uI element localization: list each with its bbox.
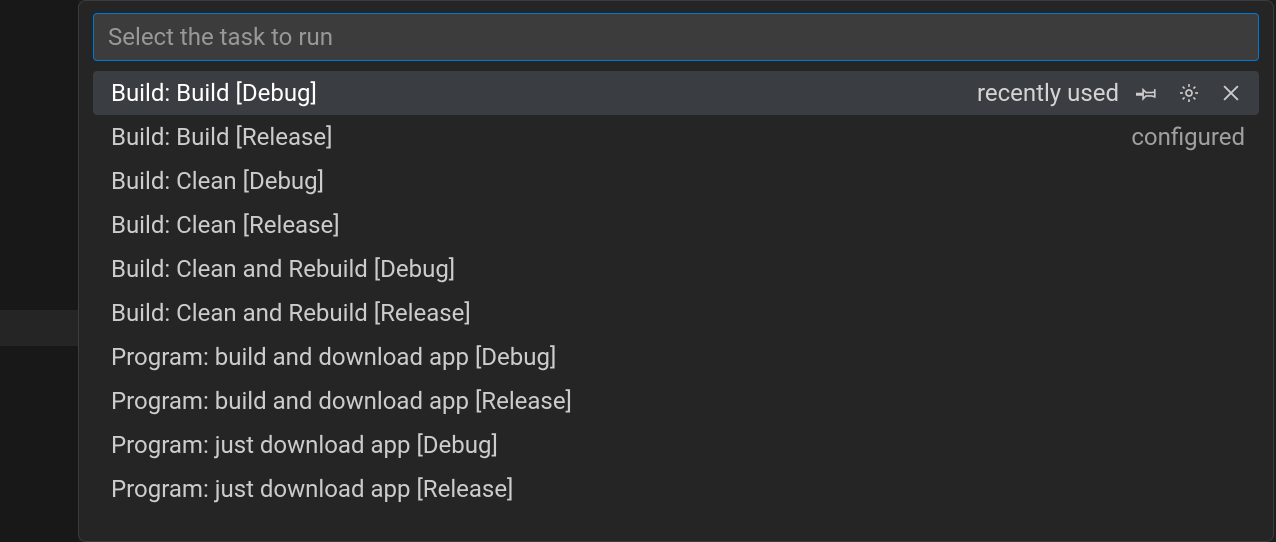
task-item-label: Program: just download app [Release]	[111, 475, 513, 503]
task-item[interactable]: Program: build and download app [Release…	[93, 379, 1259, 423]
task-search-input[interactable]	[93, 13, 1259, 61]
task-item[interactable]: Build: Clean and Rebuild [Release]	[93, 291, 1259, 335]
left-panel-highlight	[0, 310, 78, 346]
task-item-label: Build: Clean [Debug]	[111, 167, 324, 195]
task-item-label: Build: Build [Debug]	[111, 79, 317, 107]
task-item-label: Build: Clean and Rebuild [Release]	[111, 299, 471, 327]
task-item-badge: configured	[1131, 123, 1245, 151]
gear-icon[interactable]	[1175, 79, 1203, 107]
task-item[interactable]: Program: build and download app [Debug]	[93, 335, 1259, 379]
task-item[interactable]: Build: Clean and Rebuild [Debug]	[93, 247, 1259, 291]
task-item-label: Build: Build [Release]	[111, 123, 332, 151]
task-item[interactable]: Program: just download app [Debug]	[93, 423, 1259, 467]
task-quick-picker: Build: Build [Debug]recently usedBuild: …	[78, 0, 1274, 542]
task-item-label: Program: build and download app [Debug]	[111, 343, 556, 371]
task-item-badge: recently used	[977, 79, 1119, 107]
task-item-right: recently used	[977, 79, 1245, 107]
task-item[interactable]: Build: Build [Release] configured	[93, 115, 1259, 159]
task-list: Build: Build [Debug]recently usedBuild: …	[79, 71, 1273, 525]
task-item[interactable]: Build: Clean [Release]	[93, 203, 1259, 247]
close-icon[interactable]	[1217, 79, 1245, 107]
editor-left-panel	[0, 0, 78, 542]
task-item[interactable]: Build: Build [Debug] recently used	[93, 71, 1259, 115]
task-item[interactable]: Build: Clean [Debug]	[93, 159, 1259, 203]
search-wrapper	[79, 1, 1273, 71]
task-item-label: Build: Clean [Release]	[111, 211, 340, 239]
pin-icon[interactable]	[1133, 79, 1161, 107]
task-item-right: configured	[1131, 123, 1245, 151]
task-item-label: Build: Clean and Rebuild [Debug]	[111, 255, 455, 283]
task-item-label: Program: just download app [Debug]	[111, 431, 498, 459]
task-item[interactable]: Program: just download app [Release]	[93, 467, 1259, 511]
task-item-label: Program: build and download app [Release…	[111, 387, 572, 415]
